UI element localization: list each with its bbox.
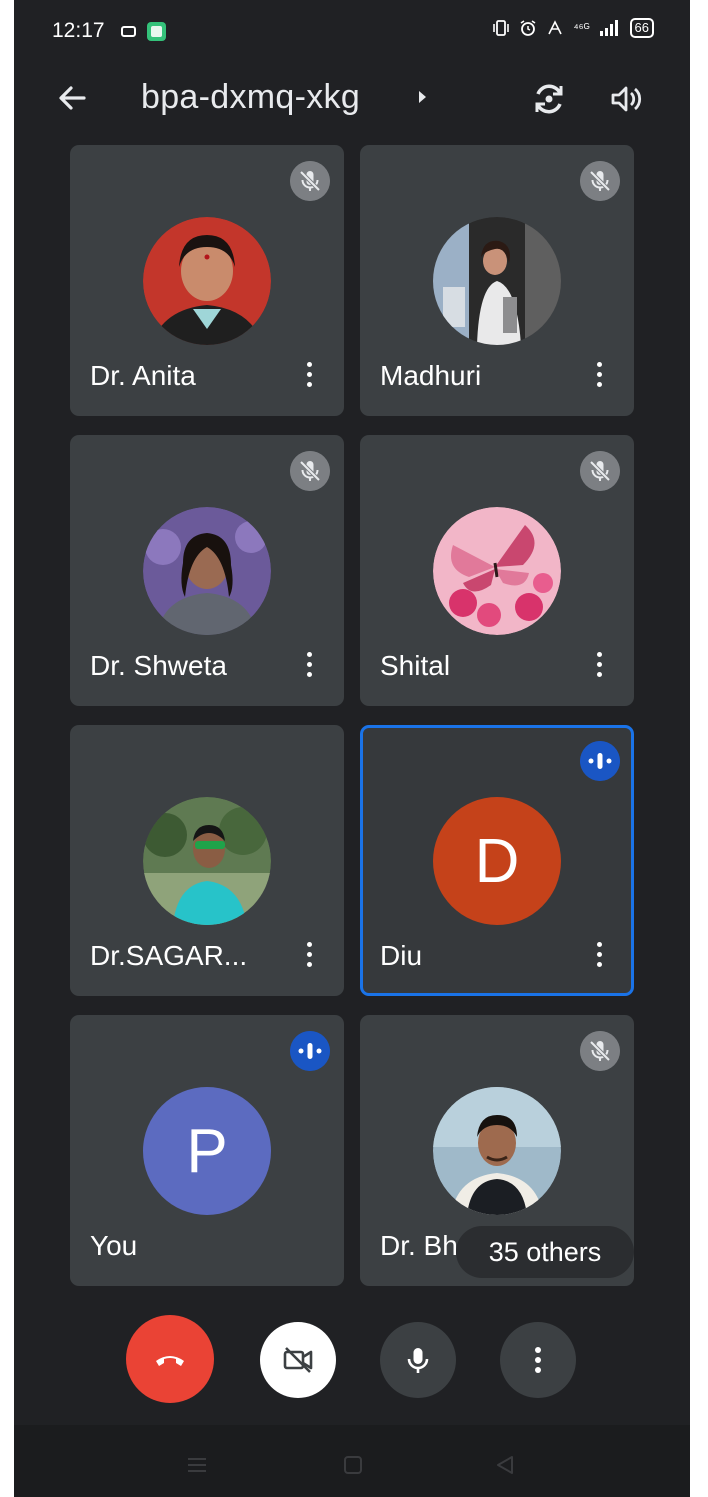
participant-name: Dr.SAGAR... bbox=[90, 940, 248, 971]
meeting-code[interactable]: bpa-dxmq-xkg bbox=[141, 78, 360, 117]
back-triangle-icon[interactable] bbox=[493, 1453, 517, 1477]
meeting-header: bpa-dxmq-xkg bbox=[14, 62, 690, 142]
vibrate-icon bbox=[493, 20, 510, 36]
network-type: ⁴⁶ᴳ bbox=[573, 21, 590, 35]
battery-icon: 66 bbox=[629, 18, 654, 38]
mic-off-icon bbox=[580, 451, 620, 491]
avatar bbox=[433, 1087, 561, 1215]
microphone-icon bbox=[407, 1348, 429, 1373]
participant-name: Shital bbox=[380, 650, 451, 681]
more-vertical-icon[interactable] bbox=[304, 942, 314, 972]
more-vertical-icon[interactable] bbox=[594, 652, 604, 682]
participant-tile-active[interactable]: D Diu bbox=[360, 725, 634, 996]
participant-tile[interactable]: Dr.SAGAR... bbox=[70, 725, 344, 996]
microphone-toggle-button[interactable] bbox=[380, 1322, 456, 1398]
more-vertical-icon bbox=[535, 1347, 541, 1373]
end-call-button[interactable] bbox=[126, 1315, 214, 1403]
avatar bbox=[143, 507, 271, 635]
app-notification-icon bbox=[147, 22, 166, 41]
participant-name: Dr. Bh bbox=[380, 1230, 458, 1261]
switch-camera-icon[interactable] bbox=[530, 80, 568, 118]
recents-icon[interactable] bbox=[185, 1453, 209, 1477]
alarm-icon bbox=[521, 20, 536, 36]
participant-tile[interactable]: Shital bbox=[360, 435, 634, 706]
status-icons: ⁴⁶ᴳ 66 bbox=[492, 18, 654, 38]
mic-off-icon bbox=[290, 161, 330, 201]
back-arrow-icon[interactable] bbox=[54, 80, 90, 116]
participant-tile-self[interactable]: P You bbox=[70, 1015, 344, 1286]
participant-name: You bbox=[90, 1230, 138, 1261]
mic-off-icon bbox=[580, 161, 620, 201]
system-nav-bar bbox=[14, 1425, 690, 1497]
more-vertical-icon[interactable] bbox=[304, 652, 314, 682]
participant-name: Diu bbox=[380, 940, 423, 971]
status-bar: 12:17 ⁴⁶ᴳ 66 bbox=[14, 0, 690, 62]
audio-level-icon bbox=[580, 741, 620, 781]
avatar: D bbox=[433, 797, 561, 925]
phone-hangup-icon bbox=[156, 1356, 184, 1366]
chevron-right-icon[interactable] bbox=[419, 91, 426, 103]
avatar-letter: P bbox=[186, 1116, 228, 1186]
avatar bbox=[143, 797, 271, 925]
signal-alt-icon bbox=[548, 20, 563, 35]
mic-off-icon bbox=[580, 1031, 620, 1071]
avatar bbox=[433, 507, 561, 635]
participant-name: Dr. Shweta bbox=[90, 650, 227, 681]
home-icon[interactable] bbox=[341, 1453, 365, 1477]
others-count-pill[interactable]: 35 others bbox=[456, 1226, 634, 1278]
status-time: 12:17 bbox=[52, 19, 105, 42]
avatar bbox=[433, 217, 561, 345]
more-options-button[interactable] bbox=[500, 1322, 576, 1398]
phone-screen: 12:17 ⁴⁶ᴳ 66 bpa-dxmq-xkg Dr. Anita Madh… bbox=[14, 0, 690, 1497]
cast-icon bbox=[121, 26, 136, 37]
more-vertical-icon[interactable] bbox=[304, 362, 314, 392]
others-count-label: 35 others bbox=[488, 1236, 602, 1267]
participant-tile[interactable]: Madhuri bbox=[360, 145, 634, 416]
camera-off-icon bbox=[283, 1347, 313, 1373]
signal-icon bbox=[599, 20, 618, 36]
speaker-icon[interactable] bbox=[608, 82, 642, 116]
mic-off-icon bbox=[290, 451, 330, 491]
participant-name: Madhuri bbox=[380, 360, 482, 391]
avatar bbox=[143, 217, 271, 345]
participant-name: Dr. Anita bbox=[90, 360, 196, 391]
more-vertical-icon[interactable] bbox=[594, 362, 604, 392]
more-vertical-icon[interactable] bbox=[594, 942, 604, 972]
avatar: P bbox=[143, 1087, 271, 1215]
audio-level-icon bbox=[290, 1031, 330, 1071]
participant-tile[interactable]: Dr. Shweta bbox=[70, 435, 344, 706]
camera-toggle-button[interactable] bbox=[260, 1322, 336, 1398]
call-controls bbox=[14, 1310, 690, 1420]
avatar-letter: D bbox=[474, 826, 520, 896]
participant-tile[interactable]: Dr. Anita bbox=[70, 145, 344, 416]
